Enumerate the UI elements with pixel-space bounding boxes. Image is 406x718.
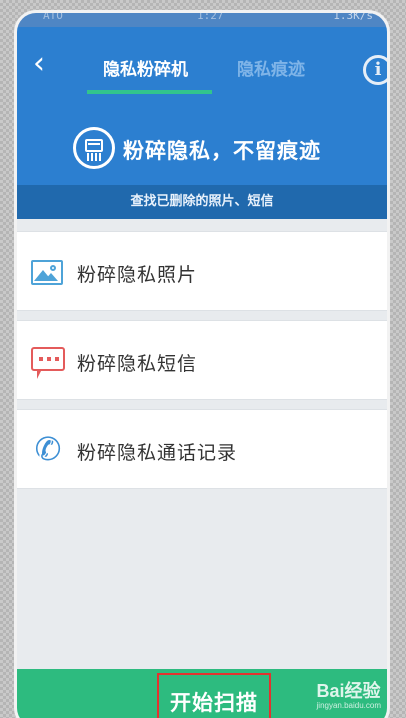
status-left-text: ATO xyxy=(43,10,63,22)
status-bar: ATO 1:27 1.3K/s xyxy=(17,13,387,27)
list-item-shred-sms[interactable]: 粉碎隐私短信 xyxy=(17,320,387,400)
shredder-icon xyxy=(73,127,115,169)
list-item-label: 粉碎隐私短信 xyxy=(77,353,198,375)
list-item-label: 粉碎隐私照片 xyxy=(77,264,198,286)
list-item-shred-photos[interactable]: 粉碎隐私照片 xyxy=(17,231,387,311)
status-time: 1:27 xyxy=(197,10,224,22)
photo-icon xyxy=(31,260,63,285)
tab-privacy-shredder[interactable]: 隐私粉碎机 xyxy=(103,55,188,80)
watermark-text: Bai经验 xyxy=(316,681,381,701)
bottom-bar: 开始扫描 Bai经验 jingyan.baidu.com xyxy=(17,669,387,718)
status-network-speed: 1.3K/s xyxy=(333,10,373,22)
hero-title: 粉碎隐私，不留痕迹 xyxy=(123,139,321,163)
app-header: ‹ 隐私粉碎机 隐私痕迹 i 粉碎隐私，不留痕迹 xyxy=(17,27,387,185)
list-item-shred-call-log[interactable]: ✆ 粉碎隐私通话记录 xyxy=(17,409,387,489)
back-button[interactable]: ‹ xyxy=(25,49,53,83)
tab-privacy-traces[interactable]: 隐私痕迹 xyxy=(237,55,305,80)
info-button[interactable]: i xyxy=(363,55,387,85)
chevron-left-icon: ‹ xyxy=(33,46,45,81)
list-item-label: 粉碎隐私通话记录 xyxy=(77,442,238,464)
phone-frame: ATO 1:27 1.3K/s ‹ 隐私粉碎机 隐私痕迹 i 粉碎隐私，不留痕迹… xyxy=(14,10,390,718)
phone-icon: ✆ xyxy=(34,430,62,468)
watermark-url: jingyan.baidu.com xyxy=(316,701,381,710)
subtitle-band: 查找已删除的照片、短信 xyxy=(17,185,387,219)
info-icon: i xyxy=(374,59,382,80)
sms-icon xyxy=(31,347,65,379)
start-scan-button[interactable]: 开始扫描 xyxy=(157,673,271,718)
baidu-jingyan-watermark: Bai经验 jingyan.baidu.com xyxy=(317,677,381,710)
active-tab-indicator xyxy=(87,90,212,94)
